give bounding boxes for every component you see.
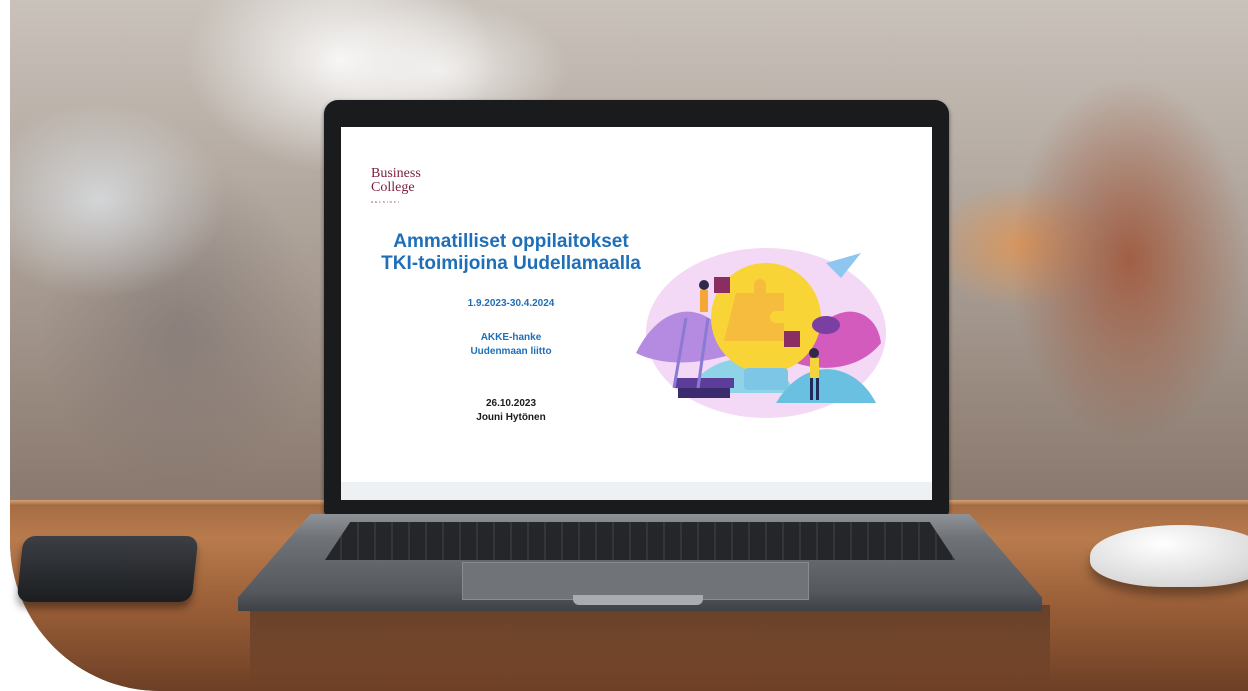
title-line1: Ammatilliset oppilaitokset (393, 231, 629, 252)
laptop-notch (573, 595, 703, 605)
presentation-date: 26.10.2023 (485, 398, 537, 409)
title-line2: TKI-toimijoina Uudellamaalla (381, 253, 641, 274)
laptop-keyboard (325, 522, 955, 560)
table-reflection (250, 605, 1050, 685)
author-name: Jouni Hytönen (476, 412, 546, 423)
organization-name: Uudenmaan liitto (470, 346, 552, 357)
lightbulb-puzzle-illustration (636, 248, 886, 418)
computer-mouse (1090, 525, 1248, 587)
logo-line2: College (371, 180, 415, 195)
project-period: 1.9.2023-30.4.2024 (467, 298, 555, 309)
business-college-logo: Business College HELSINKI (371, 167, 421, 209)
laptop-screen: Business College HELSINKI Ammatilliset o… (341, 127, 932, 500)
logo-subtitle: HELSINKI (371, 200, 401, 204)
screen-bottom-bar (341, 482, 932, 500)
logo-line1: Business (371, 166, 421, 181)
project-name: AKKE-hanke (480, 332, 542, 343)
speech-bubble-icon (812, 316, 840, 334)
smartphone (16, 536, 199, 602)
slide-title: Ammatilliset oppilaitokset TKI-toimijoin… (351, 231, 671, 275)
